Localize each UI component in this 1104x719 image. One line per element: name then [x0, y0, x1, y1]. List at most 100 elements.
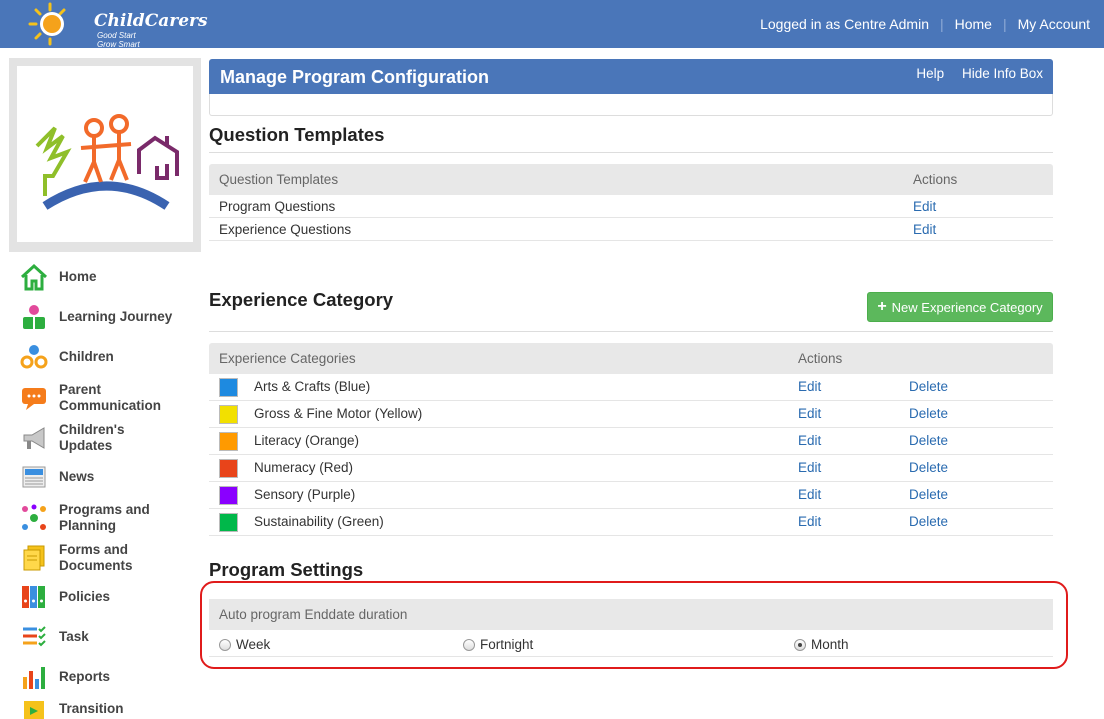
edit-link[interactable]: Edit: [798, 433, 821, 448]
checklist-icon: [19, 622, 49, 652]
bar-chart-icon: [19, 662, 49, 692]
home-link[interactable]: Home: [955, 16, 992, 32]
top-nav-links: Logged in as Centre Admin | Home | My Ac…: [760, 16, 1090, 32]
news-icon: [19, 462, 49, 492]
sidebar-item-label: Policies: [59, 589, 111, 604]
column-header-actions: Actions: [798, 351, 843, 366]
category-name: Arts & Crafts (Blue): [254, 379, 371, 394]
panel-actions: Help Hide Info Box: [902, 66, 1043, 81]
category-color-swatch: [219, 513, 238, 532]
highlight-annotation: [200, 581, 1068, 669]
sidebar-item-children[interactable]: Children: [19, 342, 179, 372]
edit-link[interactable]: Edit: [798, 406, 821, 421]
edit-link[interactable]: Edit: [913, 222, 936, 237]
logged-in-status: Logged in as Centre Admin: [760, 16, 929, 32]
category-name: Sensory (Purple): [254, 487, 356, 502]
sidebar-item-label: Forms and Documents: [59, 542, 133, 573]
sidebar-item-parent-communication[interactable]: Parent Communication: [19, 382, 179, 414]
chat-icon: [19, 383, 49, 413]
info-panel-header: Manage Program Configuration Help Hide I…: [209, 59, 1053, 94]
sidebar-item-label: Children's Updates: [59, 422, 125, 453]
transition-icon: [19, 694, 49, 719]
column-header-actions: Actions: [913, 172, 958, 187]
nav-separator: |: [1002, 16, 1007, 32]
delete-link[interactable]: Delete: [909, 433, 948, 448]
category-name: Gross & Fine Motor (Yellow): [254, 406, 423, 421]
home-icon: [19, 262, 49, 292]
sidebar-item-policies[interactable]: Policies: [19, 582, 179, 612]
table-row: Experience Questions Edit: [209, 218, 1053, 241]
divider: [209, 152, 1053, 153]
category-color-swatch: [219, 378, 238, 397]
category-name: Numeracy (Red): [254, 460, 354, 475]
edit-link[interactable]: Edit: [798, 379, 821, 394]
experience-categories-table-header: Experience Categories Actions: [209, 343, 1053, 374]
sidebar-item-home[interactable]: Home: [19, 262, 179, 292]
column-header-name: Experience Categories: [219, 351, 356, 366]
sidebar-item-task[interactable]: Task: [19, 622, 179, 652]
category-color-swatch: [219, 486, 238, 505]
help-link[interactable]: Help: [916, 66, 944, 81]
divider: [209, 331, 1053, 332]
edit-link[interactable]: Edit: [798, 514, 821, 529]
category-name: Literacy (Orange): [254, 433, 360, 448]
sidebar-item-transition[interactable]: Transition: [19, 694, 179, 719]
table-row: Literacy (Orange) Edit Delete: [209, 428, 1053, 455]
experience-category-heading: Experience Category: [209, 289, 394, 310]
sidebar-item-forms-documents[interactable]: Forms and Documents: [19, 542, 179, 574]
sun-icon: [28, 2, 66, 46]
children-icon: [19, 342, 49, 372]
edit-link[interactable]: Edit: [798, 487, 821, 502]
table-row: Program Questions Edit: [209, 195, 1053, 218]
brand-name: ChildCarers: [94, 11, 208, 31]
category-color-swatch: [219, 459, 238, 478]
page-title: Manage Program Configuration: [220, 67, 490, 87]
sidebar-item-label: Parent Communication: [59, 382, 162, 413]
megaphone-icon: [19, 423, 49, 453]
learning-journey-icon: [19, 302, 49, 332]
centre-logo: [17, 66, 193, 242]
category-color-swatch: [219, 432, 238, 451]
delete-link[interactable]: Delete: [909, 487, 948, 502]
button-label: New Experience Category: [891, 299, 1043, 315]
edit-link[interactable]: Edit: [913, 199, 936, 214]
info-panel-body: [209, 94, 1053, 116]
delete-link[interactable]: Delete: [909, 379, 948, 394]
sidebar-item-news[interactable]: News: [19, 462, 179, 492]
sidebar-item-label: Children: [59, 349, 114, 364]
sidebar-item-label: Transition: [59, 701, 124, 716]
sidebar-item-label: Programs and Planning: [59, 502, 150, 533]
sidebar-item-label: Task: [59, 629, 89, 644]
sidebar-item-programs-planning[interactable]: Programs and Planning: [19, 502, 179, 534]
centre-logo-icon: [35, 114, 179, 210]
delete-link[interactable]: Delete: [909, 514, 948, 529]
question-templates-table-header: Question Templates Actions: [209, 164, 1053, 195]
delete-link[interactable]: Delete: [909, 406, 948, 421]
category-name: Sustainability (Green): [254, 514, 384, 529]
top-navbar: ChildCarers Good Start Grow Smart Logged…: [0, 0, 1104, 49]
sidebar-item-label: Home: [59, 269, 97, 284]
table-row: Arts & Crafts (Blue) Edit Delete: [209, 374, 1053, 401]
sidebar-item-learning-journey[interactable]: Learning Journey: [19, 302, 179, 332]
question-templates-heading: Question Templates: [209, 124, 385, 145]
sidebar-item-reports[interactable]: Reports: [19, 662, 179, 692]
sidebar-item-label: News: [59, 469, 95, 484]
brand-tagline: Good Start Grow Smart: [97, 31, 140, 49]
table-row: Sensory (Purple) Edit Delete: [209, 482, 1053, 509]
sidebar-item-childrens-updates[interactable]: Children's Updates: [19, 422, 179, 454]
column-header-name: Question Templates: [219, 172, 339, 187]
sidebar: [9, 58, 201, 252]
table-row: Sustainability (Green) Edit Delete: [209, 509, 1053, 536]
new-experience-category-button[interactable]: + New Experience Category: [867, 292, 1053, 322]
binders-icon: [19, 582, 49, 612]
sidebar-item-label: Reports: [59, 669, 111, 684]
brand-logo[interactable]: ChildCarers Good Start Grow Smart: [28, 2, 208, 49]
template-name: Program Questions: [219, 199, 336, 214]
my-account-link[interactable]: My Account: [1018, 16, 1090, 32]
sidebar-item-label: Learning Journey: [59, 309, 173, 324]
delete-link[interactable]: Delete: [909, 460, 948, 475]
edit-link[interactable]: Edit: [798, 460, 821, 475]
centre-logo-frame: [9, 58, 201, 252]
hide-info-box-link[interactable]: Hide Info Box: [962, 66, 1043, 81]
table-row: Gross & Fine Motor (Yellow) Edit Delete: [209, 401, 1053, 428]
